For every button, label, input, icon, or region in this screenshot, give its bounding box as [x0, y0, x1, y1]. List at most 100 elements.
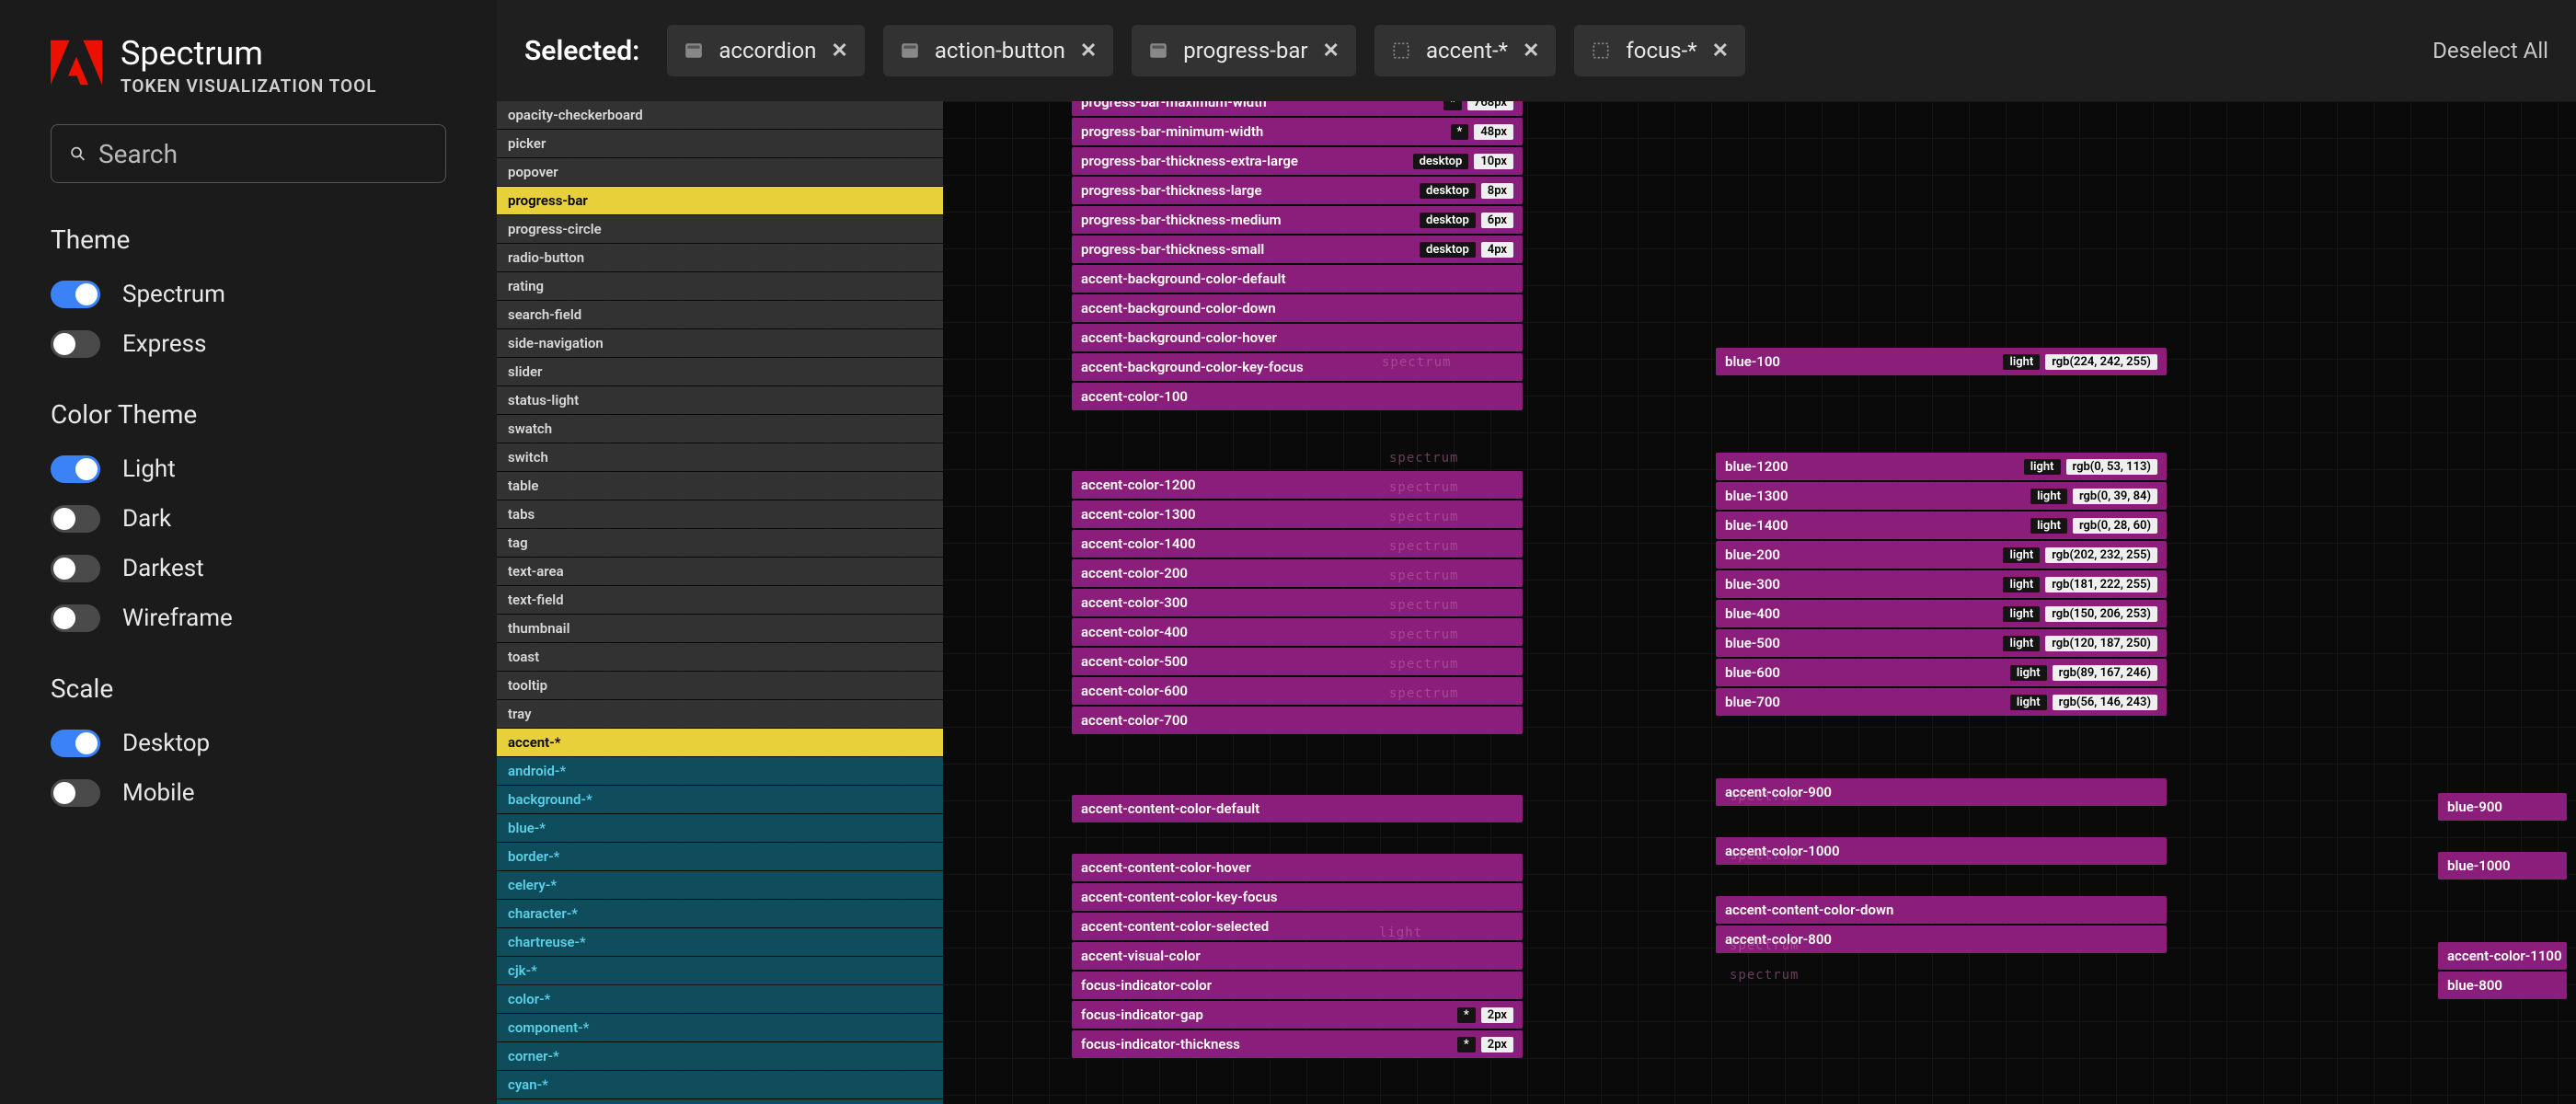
token-node-accent-content-color-default[interactable]: accent-content-color-default: [1072, 795, 1523, 822]
graph-canvas[interactable]: opacity-checkerboardpickerpopoverprogres…: [497, 101, 2576, 1104]
token-node-blue-1200[interactable]: blue-1200lightrgb(0, 53, 113): [1716, 453, 2167, 480]
token-node-focus-indicator-thickness[interactable]: focus-indicator-thickness*2px: [1072, 1030, 1523, 1058]
token-node-blue-800[interactable]: blue-800: [2438, 972, 2567, 999]
filter-chip-action-button[interactable]: action-button✕: [883, 25, 1113, 76]
token-node-blue-1000[interactable]: blue-1000: [2438, 852, 2567, 880]
list-row-opacity-checkerboard[interactable]: opacity-checkerboard: [497, 101, 943, 129]
toggle-darkest[interactable]: Darkest: [51, 555, 446, 582]
list-row-tag[interactable]: tag: [497, 529, 943, 557]
list-row-popover[interactable]: popover: [497, 158, 943, 186]
chip-close-icon[interactable]: ✕: [1523, 40, 1539, 63]
list-row-picker[interactable]: picker: [497, 130, 943, 157]
list-row-toast[interactable]: toast: [497, 643, 943, 671]
list-row-rating[interactable]: rating: [497, 272, 943, 300]
list-row-character-star[interactable]: character-*: [497, 900, 943, 927]
list-row-table[interactable]: table: [497, 472, 943, 500]
list-row-tabs[interactable]: tabs: [497, 500, 943, 528]
token-node-progress-bar-thickness-extra-large[interactable]: progress-bar-thickness-extra-largedeskto…: [1072, 147, 1523, 175]
token-node-focus-indicator-color[interactable]: focus-indicator-color: [1072, 972, 1523, 999]
token-node-progress-bar-thickness-medium[interactable]: progress-bar-thickness-mediumdesktop6px: [1072, 206, 1523, 234]
list-row-radio-button[interactable]: radio-button: [497, 244, 943, 271]
token-node-blue-700[interactable]: blue-700lightrgb(56, 146, 243): [1716, 688, 2167, 716]
chip-close-icon[interactable]: ✕: [831, 40, 847, 63]
toggle-switch[interactable]: [51, 555, 100, 582]
chip-close-icon[interactable]: ✕: [1323, 40, 1340, 63]
token-node-blue-100[interactable]: blue-100lightrgb(224, 242, 255): [1716, 348, 2167, 375]
token-node-blue-1400[interactable]: blue-1400lightrgb(0, 28, 60): [1716, 512, 2167, 539]
filter-chip-accordion[interactable]: accordion✕: [667, 25, 865, 76]
list-row-blue-star[interactable]: blue-*: [497, 814, 943, 842]
list-row-slider[interactable]: slider: [497, 358, 943, 385]
token-node-accent-color-1100[interactable]: accent-color-1100: [2438, 942, 2567, 970]
chip-close-icon[interactable]: ✕: [1080, 40, 1097, 63]
list-row-text-field[interactable]: text-field: [497, 586, 943, 614]
token-node-accent-color-100[interactable]: accent-color-100: [1072, 383, 1523, 410]
toggle-switch[interactable]: [51, 779, 100, 807]
toggle-switch[interactable]: [51, 505, 100, 533]
search-input[interactable]: [98, 139, 427, 169]
toggle-spectrum[interactable]: Spectrum: [51, 281, 446, 308]
token-node-accent-background-color-hover[interactable]: accent-background-color-hover: [1072, 324, 1523, 351]
list-row-switch[interactable]: switch: [497, 443, 943, 471]
list-row-progress-bar[interactable]: progress-bar: [497, 187, 943, 214]
token-node-accent-background-color-default[interactable]: accent-background-color-default: [1072, 265, 1523, 293]
token-node-progress-bar-thickness-small[interactable]: progress-bar-thickness-smalldesktop4px: [1072, 236, 1523, 263]
token-node-accent-color-700[interactable]: accent-color-700: [1072, 707, 1523, 734]
list-row-status-light[interactable]: status-light: [497, 386, 943, 414]
token-node-blue-1300[interactable]: blue-1300lightrgb(0, 39, 84): [1716, 482, 2167, 510]
list-row-chartreuse-star[interactable]: chartreuse-*: [497, 928, 943, 956]
token-node-blue-900[interactable]: blue-900: [2438, 793, 2567, 821]
token-node-progress-bar-minimum-width[interactable]: progress-bar-minimum-width*48px: [1072, 118, 1523, 145]
list-row-progress-circle[interactable]: progress-circle: [497, 215, 943, 243]
toggle-desktop[interactable]: Desktop: [51, 730, 446, 757]
toggle-dark[interactable]: Dark: [51, 505, 446, 533]
toggle-mobile[interactable]: Mobile: [51, 779, 446, 807]
deselect-all-link[interactable]: Deselect All: [2432, 38, 2548, 63]
token-node-blue-500[interactable]: blue-500lightrgb(120, 187, 250): [1716, 629, 2167, 657]
list-row-tray[interactable]: tray: [497, 700, 943, 728]
list-row-celery-star[interactable]: celery-*: [497, 871, 943, 899]
token-node-blue-600[interactable]: blue-600lightrgb(89, 167, 246): [1716, 659, 2167, 686]
filter-chip-accent-star[interactable]: accent-*✕: [1374, 25, 1556, 76]
token-node-blue-200[interactable]: blue-200lightrgb(202, 232, 255): [1716, 541, 2167, 569]
list-row-border-star[interactable]: border-*: [497, 843, 943, 870]
list-row-color-star[interactable]: color-*: [497, 985, 943, 1013]
list-row-swatch[interactable]: swatch: [497, 415, 943, 443]
toggle-switch[interactable]: [51, 604, 100, 632]
list-row-tooltip[interactable]: tooltip: [497, 672, 943, 699]
token-node-accent-background-color-key-focus[interactable]: accent-background-color-key-focus: [1072, 353, 1523, 381]
list-row-side-navigation[interactable]: side-navigation: [497, 329, 943, 357]
toggle-switch[interactable]: [51, 455, 100, 483]
list-row-search-field[interactable]: search-field: [497, 301, 943, 328]
token-node-accent-content-color-selected[interactable]: accent-content-color-selected: [1072, 913, 1523, 940]
list-row-default-star[interactable]: default-*: [497, 1099, 943, 1104]
list-row-cjk-star[interactable]: cjk-*: [497, 957, 943, 984]
toggle-switch[interactable]: [51, 730, 100, 757]
token-node-accent-content-color-key-focus[interactable]: accent-content-color-key-focus: [1072, 883, 1523, 911]
toggle-light[interactable]: Light: [51, 455, 446, 483]
token-node-accent-background-color-down[interactable]: accent-background-color-down: [1072, 294, 1523, 322]
token-node-accent-content-color-hover[interactable]: accent-content-color-hover: [1072, 854, 1523, 881]
list-row-background-star[interactable]: background-*: [497, 786, 943, 813]
token-node-blue-300[interactable]: blue-300lightrgb(181, 222, 255): [1716, 570, 2167, 598]
toggle-express[interactable]: Express: [51, 330, 446, 358]
chip-close-icon[interactable]: ✕: [1712, 40, 1729, 63]
list-row-cyan-star[interactable]: cyan-*: [497, 1071, 943, 1098]
filter-chip-focus-star[interactable]: focus-*✕: [1574, 25, 1745, 76]
token-node-accent-content-color-down[interactable]: accent-content-color-down: [1716, 896, 2167, 924]
toggle-wireframe[interactable]: Wireframe: [51, 604, 446, 632]
toggle-switch[interactable]: [51, 330, 100, 358]
token-node-focus-indicator-gap[interactable]: focus-indicator-gap*2px: [1072, 1001, 1523, 1029]
list-row-thumbnail[interactable]: thumbnail: [497, 615, 943, 642]
list-row-text-area[interactable]: text-area: [497, 558, 943, 585]
token-node-progress-bar-thickness-large[interactable]: progress-bar-thickness-largedesktop8px: [1072, 177, 1523, 204]
filter-chip-progress-bar[interactable]: progress-bar✕: [1132, 25, 1356, 76]
list-row-component-star[interactable]: component-*: [497, 1014, 943, 1041]
list-row-accent-star[interactable]: accent-*: [497, 729, 943, 756]
search-box[interactable]: [51, 124, 446, 183]
list-row-corner-star[interactable]: corner-*: [497, 1042, 943, 1070]
token-node-blue-400[interactable]: blue-400lightrgb(150, 206, 253): [1716, 600, 2167, 627]
token-node-accent-visual-color[interactable]: accent-visual-color: [1072, 942, 1523, 970]
toggle-switch[interactable]: [51, 281, 100, 308]
token-node-progress-bar-maximum-width[interactable]: progress-bar-maximum-width*768px: [1072, 101, 1523, 116]
